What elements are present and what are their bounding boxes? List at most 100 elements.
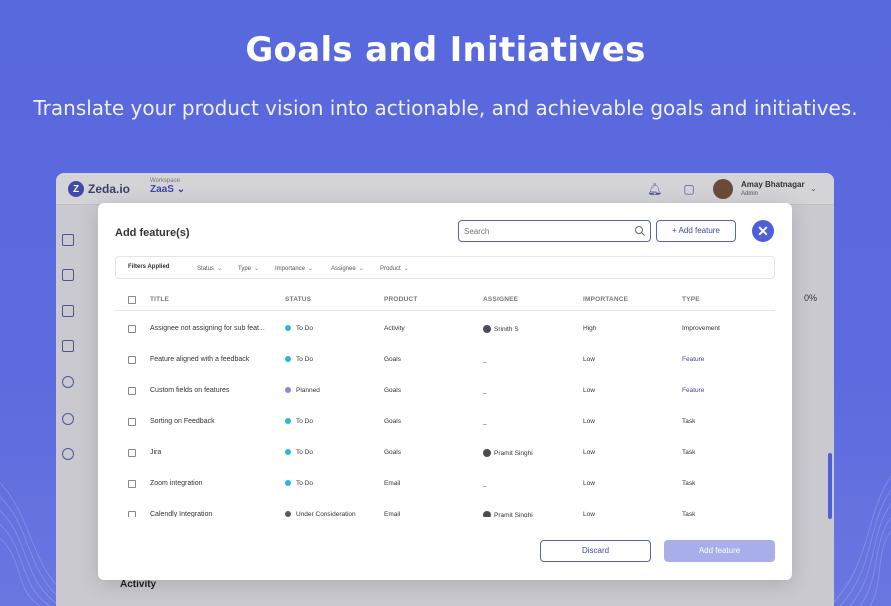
chevron-down-icon: ⌄ — [254, 266, 260, 272]
filter-assignee[interactable]: Assignee ⌄ — [331, 265, 364, 272]
row-checkbox[interactable] — [128, 418, 136, 426]
row-title: Feature aligned with a feedback — [150, 356, 250, 363]
row-type: Improvement — [682, 325, 720, 332]
add-feature-submit-button[interactable]: Add feature — [664, 540, 775, 562]
hero-title: Goals and Initiatives — [245, 30, 646, 70]
search-icon[interactable] — [634, 225, 646, 237]
row-type: Task — [682, 449, 696, 456]
select-all-checkbox[interactable] — [128, 296, 136, 304]
sidebar-settings-icon[interactable] — [62, 448, 74, 460]
user-role: Admin — [741, 191, 759, 197]
chevron-down-icon: ⌄ — [217, 266, 223, 272]
row-title: Calendly Integration — [150, 511, 213, 517]
row-status: To Do — [285, 480, 313, 487]
row-product: Goals — [384, 356, 401, 363]
table-row[interactable]: Calendly Integration Under Consideration E… — [115, 500, 775, 517]
column-status[interactable]: STATUS — [285, 296, 311, 303]
row-checkbox[interactable] — [128, 356, 136, 364]
row-type: Feature — [682, 356, 705, 363]
table-row[interactable]: Jira To Do Goals Pramit Singhi Low Task — [115, 438, 775, 469]
row-product: Email — [384, 511, 401, 517]
modal-title: Add feature(s) — [115, 227, 190, 239]
status-dot — [285, 418, 291, 424]
table-row[interactable]: Zoom integration To Do Email _ Low Task — [115, 469, 775, 500]
row-title: Zoom integration — [150, 480, 203, 487]
row-assignee: Pramit Singhi — [483, 511, 533, 517]
search-field[interactable] — [458, 220, 651, 242]
row-importance: High — [583, 325, 597, 332]
row-product: Goals — [384, 387, 401, 394]
sidebar-document-icon[interactable] — [62, 305, 74, 317]
row-importance: Low — [583, 449, 595, 456]
status-dot — [285, 387, 291, 393]
status-dot — [285, 511, 291, 517]
filter-status[interactable]: Status ⌄ — [197, 265, 222, 272]
row-checkbox[interactable] — [128, 511, 136, 517]
background-scrollbar[interactable] — [828, 453, 832, 519]
sidebar-dashboard-icon[interactable] — [62, 269, 74, 281]
discard-button[interactable]: Discard — [540, 540, 651, 562]
table-row[interactable]: Assignee not assigning for sub feat... To… — [115, 314, 775, 345]
assignee-avatar — [483, 325, 491, 333]
column-assignee[interactable]: ASSIGNEE — [483, 296, 518, 303]
add-feature-modal: Add feature(s) + Add feature ✕ Filters A… — [98, 203, 792, 580]
column-title[interactable]: TITLE — [150, 296, 169, 303]
table-row[interactable]: Feature aligned with a feedback To Do Goal… — [115, 345, 775, 376]
row-title: Jira — [150, 449, 162, 456]
workspace-switcher[interactable]: Workspace ZaaS ⌄ — [150, 178, 185, 195]
status-dot — [285, 480, 291, 486]
row-status: Planned — [285, 387, 320, 394]
user-menu-chevron-icon[interactable]: ⌄ — [810, 184, 817, 193]
sidebar-roadmap-icon[interactable] — [62, 340, 74, 352]
app-top-bar: Z Zeda.io Workspace ZaaS ⌄ 🔔︎ ▢ Amay Bha… — [56, 173, 834, 205]
table-row[interactable]: Custom fields on features Planned Goals _ Lo… — [115, 376, 775, 407]
zeda-logo-icon: Z — [68, 181, 84, 197]
row-type: Task — [682, 480, 696, 487]
filters-bar: Filters Applied Status ⌄ Type ⌄ Importance… — [115, 256, 775, 279]
row-checkbox[interactable] — [128, 480, 136, 488]
bell-icon[interactable]: 🔔︎ — [647, 182, 662, 196]
table-body: Assignee not assigning for sub feat... To… — [115, 314, 775, 517]
hero-subtitle: Translate your product vision into actio… — [33, 96, 858, 120]
column-importance[interactable]: IMPORTANCE — [583, 296, 628, 303]
row-status: To Do — [285, 356, 313, 363]
row-product: Activity — [384, 325, 405, 332]
row-title: Assignee not assigning for sub feat... — [150, 325, 265, 332]
row-assignee: _ — [483, 356, 487, 363]
sidebar-feedback-icon[interactable] — [62, 234, 74, 246]
filters-applied-label: Filters Applied — [128, 264, 170, 270]
table-row[interactable]: Sorting on Feedback To Do Goals _ Low Task — [115, 407, 775, 438]
filter-importance[interactable]: Importance ⌄ — [275, 265, 313, 272]
row-status: To Do — [285, 418, 313, 425]
close-icon[interactable]: ✕ — [752, 220, 774, 242]
status-dot — [285, 356, 291, 362]
row-checkbox[interactable] — [128, 449, 136, 457]
row-checkbox[interactable] — [128, 325, 136, 333]
row-assignee: Srinith S — [483, 325, 519, 333]
row-title: Custom fields on features — [150, 387, 230, 394]
search-input[interactable] — [464, 224, 629, 238]
logo-text: Zeda.io — [88, 182, 131, 196]
row-status: To Do — [285, 449, 313, 456]
status-dot — [285, 449, 291, 455]
sidebar-sync-icon[interactable] — [62, 413, 74, 425]
column-product[interactable]: PRODUCT — [384, 296, 418, 303]
chevron-down-icon: ⌄ — [176, 184, 186, 195]
filter-type[interactable]: Type ⌄ — [238, 265, 259, 272]
row-importance: Low — [583, 387, 595, 394]
row-checkbox[interactable] — [128, 387, 136, 395]
filter-product[interactable]: Product ⌄ — [380, 265, 409, 272]
add-feature-button[interactable]: + Add feature — [656, 220, 736, 242]
row-title: Sorting on Feedback — [150, 418, 215, 425]
row-importance: Low — [583, 356, 595, 363]
avatar[interactable] — [713, 179, 733, 199]
zeda-logo[interactable]: Z Zeda.io — [68, 181, 130, 197]
background-progress-value: 0% — [804, 293, 818, 303]
column-type[interactable]: TYPE — [682, 296, 700, 303]
row-importance: Low — [583, 511, 595, 517]
chevron-down-icon: ⌄ — [358, 266, 364, 272]
feedback-icon[interactable]: ▢ — [682, 182, 696, 196]
row-importance: Low — [583, 480, 595, 487]
sidebar-goals-icon[interactable] — [62, 376, 74, 388]
row-status: To Do — [285, 325, 313, 332]
